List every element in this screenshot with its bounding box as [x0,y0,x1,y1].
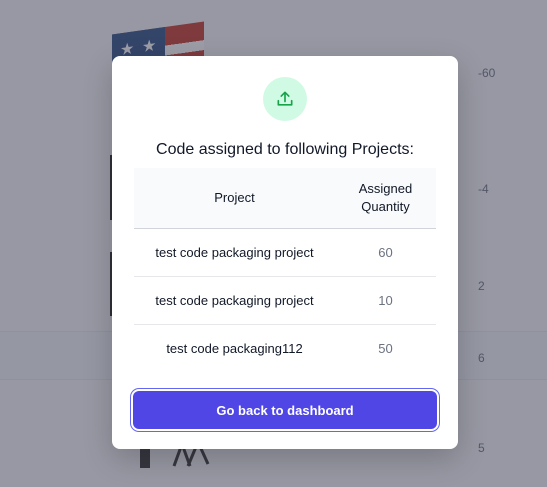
quantity-cell: 10 [335,276,436,325]
column-header-project: Project [134,168,335,229]
project-cell: test code packaging project [134,228,335,277]
modal-title: Code assigned to following Projects: [156,141,414,158]
go-back-to-dashboard-button[interactable]: Go back to dashboard [133,391,437,429]
table-row: test code packaging project 60 [134,228,436,277]
column-header-quantity-line1: Assigned [358,180,413,196]
projects-table: Project Assigned Quantity test code pack… [134,168,436,372]
column-header-quantity-line2: Quantity [361,198,410,214]
table-header: Project Assigned Quantity [134,168,436,229]
quantity-cell: 50 [378,340,393,356]
upload-icon [277,91,293,106]
project-cell: test code packaging project [134,276,335,325]
projects-modal: Code assigned to following Projects: Pro… [112,56,458,449]
upload-icon-badge [263,77,307,121]
project-cell: test code packaging112 [166,340,303,356]
table-row: test code packaging112 50 [134,324,436,372]
table-row: test code packaging project 10 [134,276,436,325]
column-header-quantity: Assigned Quantity [335,168,436,229]
quantity-cell: 60 [335,228,436,277]
